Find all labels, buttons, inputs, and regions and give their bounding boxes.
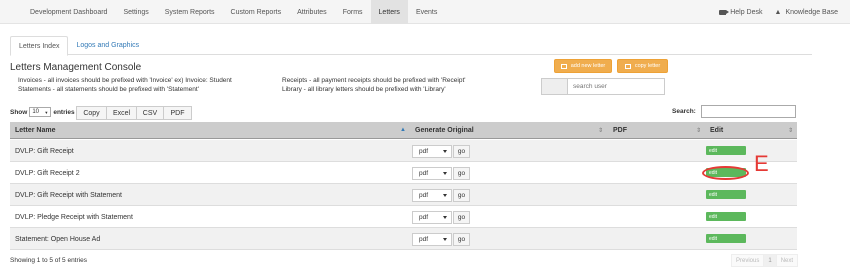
- excel-button[interactable]: Excel: [106, 106, 137, 120]
- nav-right: Help Desk ▲ Knowledge Base: [719, 0, 838, 24]
- nav-attributes[interactable]: Attributes: [289, 0, 335, 24]
- format-value: pdf: [419, 148, 429, 155]
- copy-icon: [624, 63, 631, 69]
- format-select[interactable]: pdf: [412, 145, 452, 158]
- page-length-select[interactable]: 10 ▼: [29, 107, 52, 117]
- sort-icon: ⇕: [696, 128, 702, 134]
- table-row: Statement: Open House Ad pdf go edit: [10, 228, 797, 250]
- help-desk-label: Help Desk: [730, 8, 763, 16]
- format-value: pdf: [419, 236, 429, 243]
- nav-system-reports[interactable]: System Reports: [157, 0, 223, 24]
- go-button[interactable]: go: [453, 189, 470, 202]
- format-value: pdf: [419, 192, 429, 199]
- note-invoices: Invoices - all invoices should be prefix…: [18, 77, 232, 84]
- add-new-letter-label: add new letter: [570, 63, 606, 69]
- copy-letter-label: copy letter: [634, 63, 661, 69]
- header-pdf[interactable]: PDF: [613, 122, 627, 139]
- flask-icon: ▲: [774, 8, 782, 16]
- pagination: Previous 1 Next: [731, 254, 799, 267]
- note-receipts: Receipts - all payment receipts should b…: [282, 77, 466, 84]
- export-buttons: Copy Excel CSV PDF: [76, 106, 192, 120]
- sort-icon: ⇕: [788, 128, 794, 134]
- pagination-previous[interactable]: Previous: [731, 254, 765, 267]
- copy-letter-button[interactable]: copy letter: [617, 59, 668, 73]
- edit-button[interactable]: edit: [706, 190, 746, 199]
- entries-label: entries: [53, 108, 75, 116]
- tab-letters-index[interactable]: Letters Index: [10, 36, 69, 56]
- file-icon: [560, 63, 567, 69]
- sort-icon: ⇕: [598, 128, 604, 134]
- table-row: DVLP: Gift Receipt 2 pdf go edit: [10, 162, 797, 184]
- caret-down-icon: [443, 194, 447, 197]
- table-info: Showing 1 to 5 of 5 entries: [10, 257, 87, 264]
- show-label: Show: [10, 108, 28, 116]
- edit-button[interactable]: edit: [706, 146, 746, 155]
- letter-name: DVLP: Gift Receipt 2: [15, 169, 80, 177]
- page-length-value: 10: [32, 109, 40, 115]
- pdf-button[interactable]: PDF: [163, 106, 192, 120]
- letters-tabs: Letters Index Logos and Graphics: [10, 36, 812, 56]
- letter-name: DVLP: Pledge Receipt with Statement: [15, 213, 133, 221]
- format-value: pdf: [419, 214, 429, 221]
- nav-events[interactable]: Events: [408, 0, 445, 24]
- copy-button[interactable]: Copy: [76, 106, 107, 120]
- search-user-input[interactable]: [567, 78, 665, 95]
- csv-button[interactable]: CSV: [136, 106, 164, 120]
- letter-name: DVLP: Gift Receipt with Statement: [15, 191, 122, 199]
- letter-name: DVLP: Gift Receipt: [15, 147, 74, 155]
- table-row: DVLP: Gift Receipt pdf go edit: [10, 140, 797, 162]
- header-edit[interactable]: Edit: [710, 122, 723, 139]
- sort-asc-icon: ▲: [400, 127, 406, 133]
- nav-letters[interactable]: Letters: [370, 0, 408, 24]
- go-button[interactable]: go: [453, 145, 470, 158]
- edit-button[interactable]: edit: [706, 212, 746, 221]
- table-search-input[interactable]: [701, 105, 796, 118]
- pagination-page-1[interactable]: 1: [763, 254, 777, 267]
- format-select[interactable]: pdf: [412, 189, 452, 202]
- caret-down-icon: [443, 238, 447, 241]
- note-library: Library - all library letters should be …: [282, 86, 446, 93]
- naming-notes-left: Invoices - all invoices should be prefix…: [18, 76, 232, 94]
- annotation-letter: E: [754, 151, 769, 176]
- header-generate-original[interactable]: Generate Original: [415, 122, 474, 139]
- tab-logos-and-graphics[interactable]: Logos and Graphics: [68, 36, 147, 55]
- format-select[interactable]: pdf: [412, 167, 452, 180]
- naming-notes-right: Receipts - all payment receipts should b…: [282, 76, 466, 94]
- caret-down-icon: [443, 150, 447, 153]
- add-new-letter-button[interactable]: add new letter: [554, 59, 612, 73]
- note-statements: Statements - all statements should be pr…: [18, 86, 199, 93]
- pagination-next[interactable]: Next: [775, 254, 799, 267]
- main-nav: Development Dashboard Settings System Re…: [22, 0, 445, 24]
- search-label: Search:: [672, 108, 696, 115]
- go-button[interactable]: go: [453, 167, 470, 180]
- caret-down-icon: [443, 216, 447, 219]
- go-button[interactable]: go: [453, 211, 470, 224]
- table-row: DVLP: Pledge Receipt with Statement pdf …: [10, 206, 797, 228]
- table-header: Letter Name ▲ Generate Original ⇕ PDF ⇕ …: [10, 122, 797, 139]
- go-button[interactable]: go: [453, 233, 470, 246]
- nav-settings[interactable]: Settings: [115, 0, 156, 24]
- table-row: DVLP: Gift Receipt with Statement pdf go…: [10, 184, 797, 206]
- tag-icon: [719, 9, 730, 15]
- knowledge-base-label: Knowledge Base: [785, 8, 838, 16]
- top-navbar: Development Dashboard Settings System Re…: [0, 0, 850, 24]
- format-value: pdf: [419, 170, 429, 177]
- letter-name: Statement: Open House Ad: [15, 235, 101, 243]
- format-select[interactable]: pdf: [412, 233, 452, 246]
- nav-forms[interactable]: Forms: [335, 0, 371, 24]
- chevron-down-icon: ▼: [44, 109, 49, 115]
- search-user-addon: [541, 78, 567, 95]
- annotation-circle: [702, 166, 749, 180]
- help-desk-link[interactable]: Help Desk: [719, 8, 763, 16]
- header-letter-name[interactable]: Letter Name: [15, 122, 55, 139]
- format-select[interactable]: pdf: [412, 211, 452, 224]
- knowledge-base-link[interactable]: ▲ Knowledge Base: [775, 9, 838, 16]
- nav-development-dashboard[interactable]: Development Dashboard: [22, 0, 115, 24]
- show-entries-control: Show 10 ▼ entries: [10, 107, 75, 117]
- caret-down-icon: [443, 172, 447, 175]
- edit-button[interactable]: edit: [706, 234, 746, 243]
- nav-custom-reports[interactable]: Custom Reports: [223, 0, 290, 24]
- page-title: Letters Management Console: [10, 62, 142, 73]
